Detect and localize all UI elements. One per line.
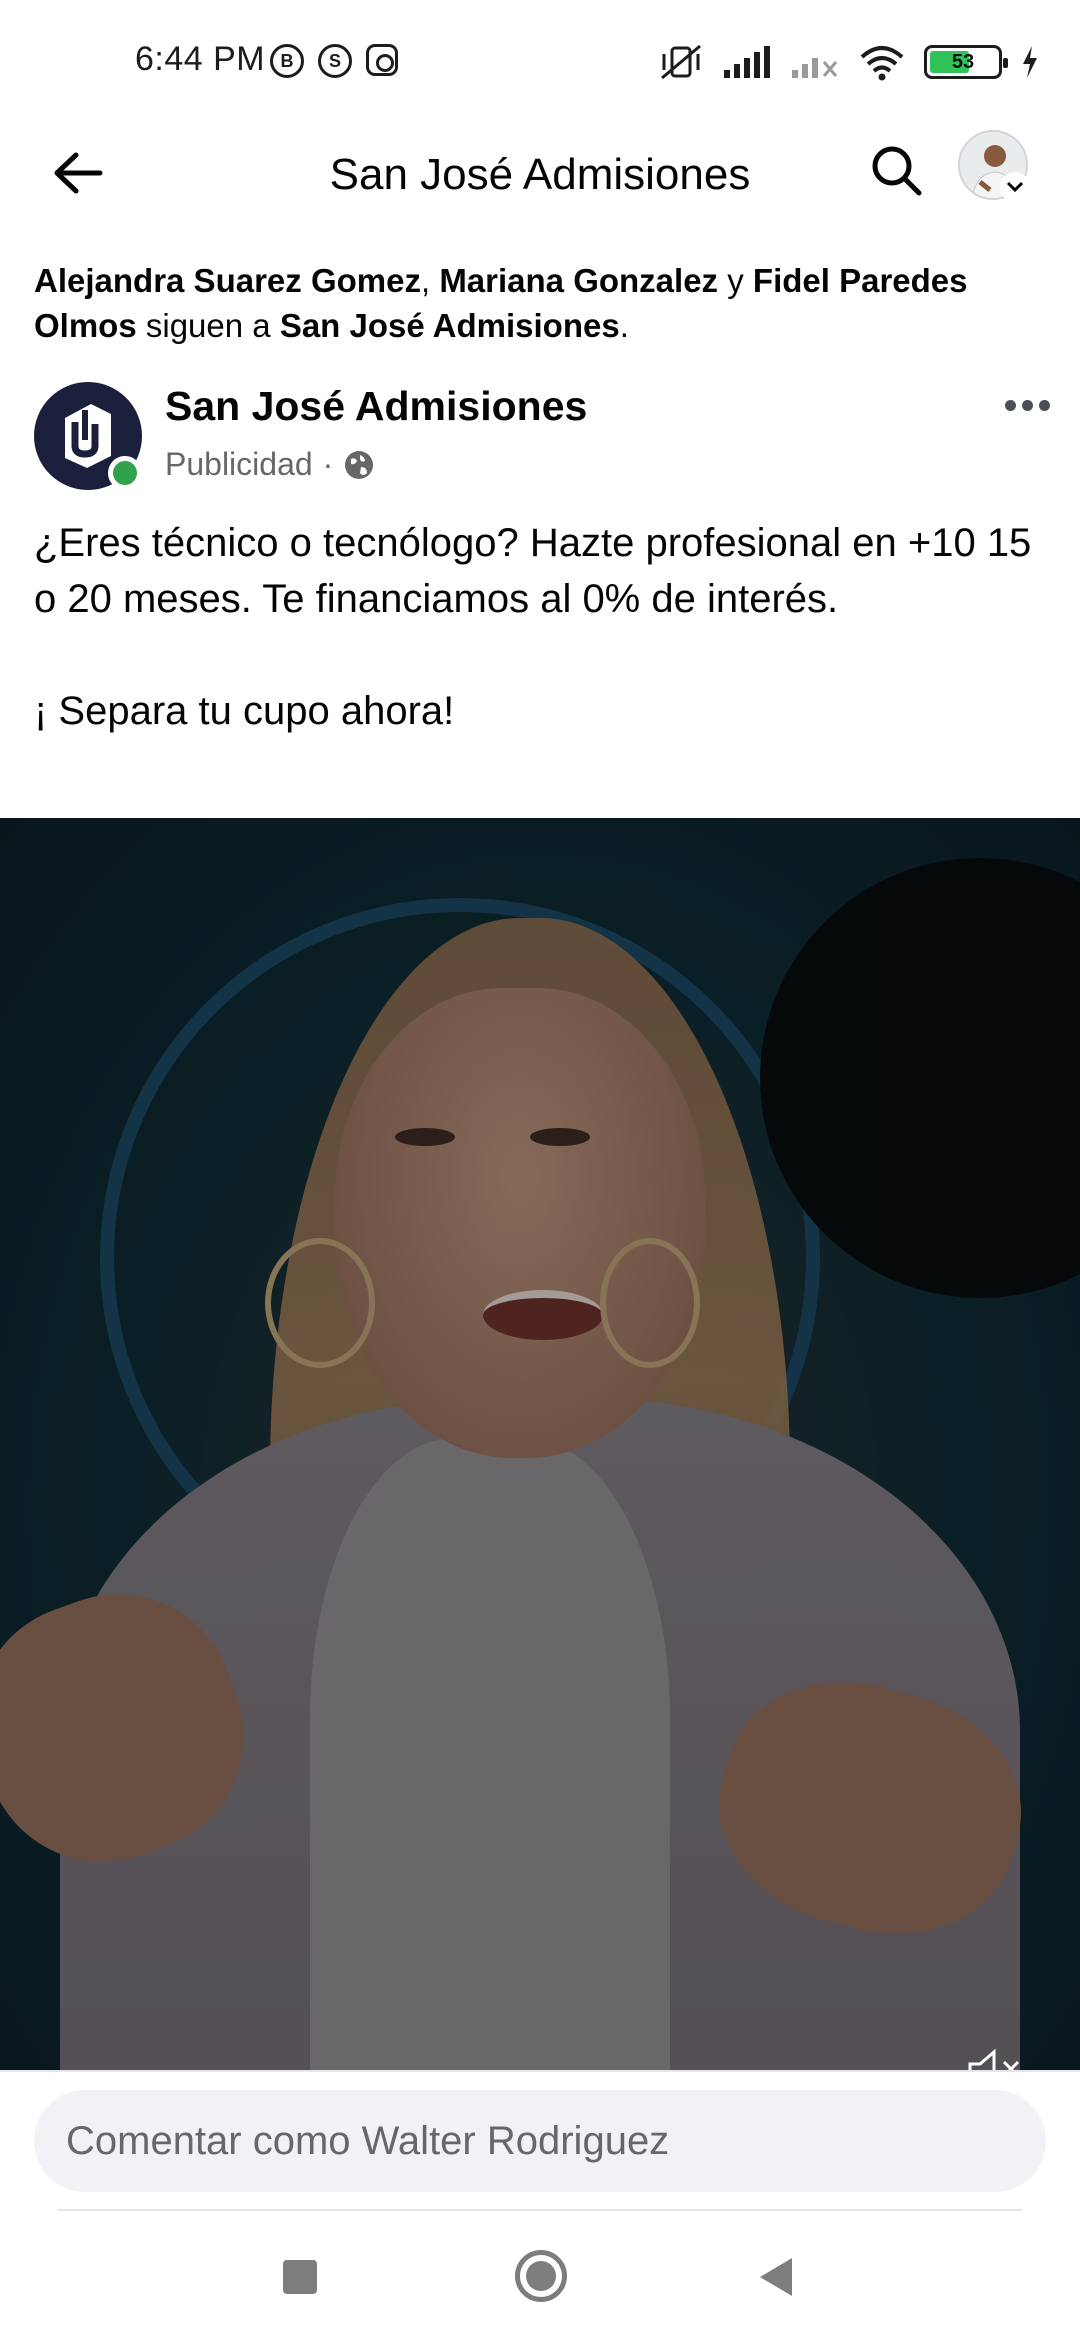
comment-composer: Comentar como Walter Rodriguez bbox=[0, 2070, 1080, 2210]
account-menu-chevron[interactable] bbox=[1000, 172, 1030, 202]
divider bbox=[58, 2209, 1022, 2211]
post-video[interactable] bbox=[0, 818, 1080, 2070]
friend-name-2[interactable]: Mariana Gonzalez bbox=[439, 262, 718, 299]
home-button[interactable] bbox=[515, 2250, 567, 2302]
social-context-action: siguen a bbox=[136, 307, 280, 344]
chevron-down-icon bbox=[1006, 181, 1024, 193]
top-app-bar: San José Admisiones bbox=[0, 120, 1080, 240]
post-meta: Publicidad · bbox=[165, 446, 375, 483]
wifi-icon bbox=[860, 46, 904, 81]
post-text: ¿Eres técnico o tecnólogo? Hazte profesi… bbox=[34, 521, 1032, 733]
online-status-dot bbox=[108, 456, 142, 490]
social-context-end: . bbox=[619, 307, 629, 344]
social-context: Alejandra Suarez Gomez, Mariana Gonzalez… bbox=[34, 258, 1044, 348]
post-more-options-button[interactable] bbox=[992, 380, 1062, 430]
search-button[interactable] bbox=[858, 132, 934, 208]
search-icon bbox=[872, 146, 922, 196]
more-dots-icon bbox=[1038, 399, 1050, 411]
instagram-icon bbox=[366, 44, 398, 76]
system-back-button[interactable] bbox=[760, 2258, 792, 2296]
battery-icon: 53 bbox=[924, 45, 1008, 79]
social-context-separator: , bbox=[420, 262, 440, 299]
signal-no-service-icon bbox=[792, 58, 838, 78]
signal-icon bbox=[724, 46, 770, 78]
status-bar: 6:44 PM B S 53 bbox=[0, 0, 1080, 120]
page-logo-icon bbox=[65, 404, 111, 468]
recent-apps-button[interactable] bbox=[283, 2260, 317, 2294]
meta-separator: · bbox=[322, 446, 334, 482]
comment-input[interactable]: Comentar como Walter Rodriguez bbox=[34, 2090, 1046, 2192]
vibrate-mute-icon bbox=[661, 44, 701, 80]
charging-bolt-icon bbox=[1023, 46, 1037, 78]
post-author-name[interactable]: San José Admisiones bbox=[165, 383, 587, 430]
speaker-muted-icon bbox=[968, 2048, 1020, 2070]
more-dots-icon bbox=[1021, 399, 1033, 411]
battery-level: 53 bbox=[951, 50, 975, 73]
social-context-page[interactable]: San José Admisiones bbox=[280, 307, 620, 344]
shazam-icon: S bbox=[318, 44, 352, 78]
status-time: 6:44 PM bbox=[135, 40, 266, 78]
globe-icon bbox=[345, 450, 374, 479]
video-overlay bbox=[0, 818, 1080, 2070]
status-notification-icons: B S bbox=[270, 44, 398, 78]
system-navigation-bar bbox=[0, 2212, 1080, 2340]
friend-name-1[interactable]: Alejandra Suarez Gomez bbox=[34, 262, 421, 299]
status-system-icons: 53 bbox=[658, 42, 1040, 82]
more-dots-icon bbox=[1004, 399, 1016, 411]
video-mute-button[interactable] bbox=[960, 2046, 1030, 2070]
social-context-separator: y bbox=[718, 262, 753, 299]
sponsored-label[interactable]: Publicidad bbox=[165, 446, 313, 483]
b-circle-icon: B bbox=[270, 44, 304, 78]
